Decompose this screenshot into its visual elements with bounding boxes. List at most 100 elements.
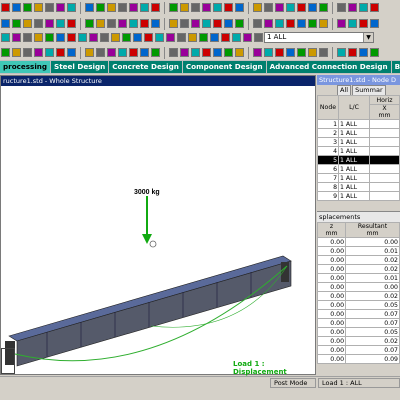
- toolbar-button-icon[interactable]: [12, 3, 21, 12]
- toolbar-button-icon[interactable]: [191, 19, 200, 28]
- table-row[interactable]: 0.00 0.02: [316, 255, 400, 265]
- toolbar-button-icon[interactable]: [191, 3, 200, 12]
- table-row[interactable]: 81 ALL: [317, 182, 400, 192]
- toolbar-button-icon[interactable]: [319, 48, 328, 57]
- toolbar-button-icon[interactable]: [118, 48, 127, 57]
- table-row[interactable]: 51 ALL: [317, 155, 400, 165]
- toolbar-button-icon[interactable]: [169, 19, 178, 28]
- toolbar-button-icon[interactable]: [45, 19, 54, 28]
- toolbar-button-icon[interactable]: [118, 19, 127, 28]
- toolbar-button-icon[interactable]: [129, 48, 138, 57]
- toolbar-button-icon[interactable]: [348, 48, 357, 57]
- toolbar-button-icon[interactable]: [213, 19, 222, 28]
- toolbar-button-icon[interactable]: [100, 33, 109, 42]
- toolbar-button-icon[interactable]: [1, 3, 10, 12]
- toolbar-button-icon[interactable]: [155, 33, 164, 42]
- toolbar-button-icon[interactable]: [140, 3, 149, 12]
- toolbar-button-icon[interactable]: [107, 19, 116, 28]
- toolbar-button-icon[interactable]: [221, 33, 230, 42]
- toolbar-button-icon[interactable]: [275, 19, 284, 28]
- table-row[interactable]: 0.00 0.01: [316, 273, 400, 283]
- toolbar-button-icon[interactable]: [96, 3, 105, 12]
- toolbar-button-icon[interactable]: [151, 48, 160, 57]
- toolbar-button-icon[interactable]: [34, 33, 43, 42]
- toolbar-button-icon[interactable]: [264, 3, 273, 12]
- toolbar-button-icon[interactable]: [85, 19, 94, 28]
- toolbar-button-icon[interactable]: [224, 19, 233, 28]
- toolbar-button-icon[interactable]: [180, 48, 189, 57]
- toolbar-button-icon[interactable]: [140, 19, 149, 28]
- toolbar-button-icon[interactable]: [297, 3, 306, 12]
- table-row[interactable]: 0.00 0.09: [316, 354, 400, 364]
- toolbar-button-icon[interactable]: [12, 48, 21, 57]
- toolbar-button-icon[interactable]: [286, 19, 295, 28]
- toolbar-button-icon[interactable]: [45, 3, 54, 12]
- table-row[interactable]: 0.00 0.00: [316, 282, 400, 292]
- toolbar-button-icon[interactable]: [180, 3, 189, 12]
- toolbar-button-icon[interactable]: [180, 19, 189, 28]
- table-row[interactable]: 41 ALL: [317, 146, 400, 156]
- toolbar-button-icon[interactable]: [253, 19, 262, 28]
- toolbar-button-icon[interactable]: [243, 33, 252, 42]
- toolbar-button-icon[interactable]: [12, 19, 21, 28]
- mode-tab[interactable]: Bridge Deck: [391, 61, 400, 73]
- toolbar-button-icon[interactable]: [188, 33, 197, 42]
- toolbar-button-icon[interactable]: [370, 19, 379, 28]
- table-row[interactable]: 0.00 0.07: [316, 309, 400, 319]
- toolbar-button-icon[interactable]: [232, 33, 241, 42]
- toolbar-button-icon[interactable]: [23, 48, 32, 57]
- toolbar-button-icon[interactable]: [308, 48, 317, 57]
- toolbar-button-icon[interactable]: [34, 19, 43, 28]
- displacement-tab[interactable]: splacements: [317, 211, 400, 222]
- structure-viewport[interactable]: ructure1.std - Whole Structure 3000 kg L…: [0, 75, 316, 376]
- toolbar-button-icon[interactable]: [202, 3, 211, 12]
- mode-tab[interactable]: Concrete Design: [109, 61, 183, 73]
- toolbar-button-icon[interactable]: [45, 48, 54, 57]
- toolbar-button-icon[interactable]: [359, 3, 368, 12]
- toolbar-button-icon[interactable]: [202, 19, 211, 28]
- toolbar-button-icon[interactable]: [235, 48, 244, 57]
- toolbar-button-icon[interactable]: [107, 48, 116, 57]
- toolbar-button-icon[interactable]: [319, 19, 328, 28]
- toolbar-button-icon[interactable]: [177, 33, 186, 42]
- toolbar-button-icon[interactable]: [151, 19, 160, 28]
- table-row[interactable]: 0.00 0.01: [316, 246, 400, 256]
- toolbar-button-icon[interactable]: [199, 33, 208, 42]
- toolbar-button-icon[interactable]: [337, 3, 346, 12]
- toolbar-button-icon[interactable]: [144, 33, 153, 42]
- table-row[interactable]: 0.00 0.07: [316, 345, 400, 355]
- toolbar-button-icon[interactable]: [213, 48, 222, 57]
- toolbar-button-icon[interactable]: [56, 48, 65, 57]
- toolbar-button-icon[interactable]: [85, 48, 94, 57]
- toolbar-button-icon[interactable]: [122, 33, 131, 42]
- toolbar-button-icon[interactable]: [319, 3, 328, 12]
- mode-tab[interactable]: processing: [0, 61, 52, 73]
- toolbar-button-icon[interactable]: [89, 33, 98, 42]
- table-row[interactable]: 0.00 0.07: [316, 318, 400, 328]
- toolbar-button-icon[interactable]: [34, 3, 43, 12]
- table-row[interactable]: 0.00 0.05: [316, 300, 400, 310]
- toolbar-button-icon[interactable]: [67, 48, 76, 57]
- toolbar-button-icon[interactable]: [235, 19, 244, 28]
- toolbar-button-icon[interactable]: [337, 48, 346, 57]
- toolbar-button-icon[interactable]: [359, 19, 368, 28]
- toolbar-button-icon[interactable]: [169, 48, 178, 57]
- mode-tab[interactable]: Component Design: [182, 61, 267, 73]
- toolbar-button-icon[interactable]: [140, 48, 149, 57]
- toolbar-button-icon[interactable]: [202, 48, 211, 57]
- toolbar-button-icon[interactable]: [224, 48, 233, 57]
- toolbar-button-icon[interactable]: [23, 19, 32, 28]
- toolbar-button-icon[interactable]: [56, 19, 65, 28]
- toolbar-button-icon[interactable]: [67, 19, 76, 28]
- toolbar-button-icon[interactable]: [23, 3, 32, 12]
- toolbar-button-icon[interactable]: [264, 48, 273, 57]
- toolbar-button-icon[interactable]: [213, 3, 222, 12]
- toolbar-button-icon[interactable]: [34, 48, 43, 57]
- table-row[interactable]: 71 ALL: [317, 173, 400, 183]
- toolbar-button-icon[interactable]: [107, 3, 116, 12]
- toolbar-button-icon[interactable]: [23, 33, 32, 42]
- table-row[interactable]: 21 ALL: [317, 128, 400, 138]
- toolbar-button-icon[interactable]: [45, 33, 54, 42]
- table-row[interactable]: 0.00 0.02: [316, 264, 400, 274]
- toolbar-button-icon[interactable]: [191, 48, 200, 57]
